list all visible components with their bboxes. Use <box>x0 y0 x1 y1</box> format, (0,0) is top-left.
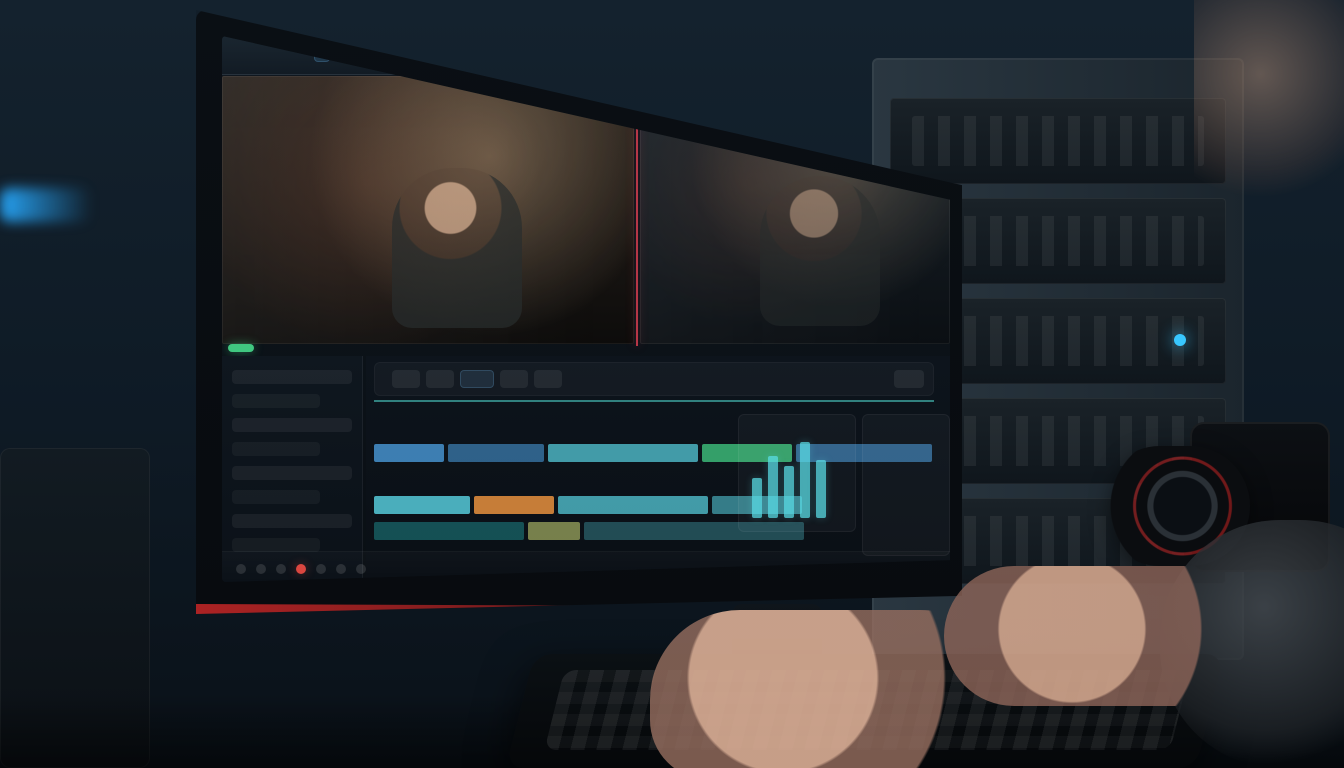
rack-status-led <box>1174 334 1186 346</box>
photo-scene <box>0 0 1344 768</box>
transport-button[interactable] <box>894 370 924 388</box>
media-item[interactable] <box>232 490 320 504</box>
play-button[interactable] <box>460 370 494 388</box>
program-viewer[interactable] <box>640 76 950 344</box>
audio-clip[interactable] <box>528 522 580 540</box>
media-item[interactable] <box>232 442 320 456</box>
meter-bar <box>784 466 794 518</box>
transport-button[interactable] <box>500 370 528 388</box>
meter-bar <box>800 442 810 518</box>
editing-screen <box>222 36 950 582</box>
media-item[interactable] <box>232 418 352 432</box>
dock-icon[interactable] <box>336 564 346 574</box>
tab[interactable] <box>340 44 356 62</box>
media-item[interactable] <box>232 466 352 480</box>
media-item[interactable] <box>232 538 320 552</box>
meter-bar <box>752 478 762 518</box>
viewer-split-marker <box>636 76 638 346</box>
transport-button[interactable] <box>534 370 562 388</box>
controls-panel <box>862 414 950 556</box>
meter-bar <box>816 460 826 518</box>
tab[interactable] <box>314 44 330 62</box>
clip[interactable] <box>374 496 470 514</box>
media-panel <box>222 356 363 582</box>
tab[interactable] <box>366 44 382 62</box>
left-hand <box>650 610 1030 768</box>
media-item[interactable] <box>232 394 320 408</box>
clip[interactable] <box>374 444 444 462</box>
clip[interactable] <box>474 496 554 514</box>
dock-icon[interactable] <box>236 564 246 574</box>
monitor <box>196 10 962 758</box>
clip[interactable] <box>448 444 544 462</box>
transport-controls <box>374 362 934 396</box>
media-item[interactable] <box>232 514 352 528</box>
playhead-indicator <box>228 344 254 352</box>
dock-icon[interactable] <box>356 564 366 574</box>
meter-bars <box>752 442 826 518</box>
person-face <box>1194 0 1344 200</box>
meter-panel <box>738 414 856 532</box>
dock-icon[interactable] <box>276 564 286 574</box>
wall-light <box>0 188 92 222</box>
dock-icon[interactable] <box>256 564 266 574</box>
record-icon[interactable] <box>296 564 306 574</box>
audio-clip[interactable] <box>374 522 524 540</box>
viewer-subject <box>392 168 522 328</box>
transport-button[interactable] <box>392 370 420 388</box>
monitor-bezel <box>196 10 962 614</box>
transport-button[interactable] <box>426 370 454 388</box>
dock-icon[interactable] <box>316 564 326 574</box>
source-viewer[interactable] <box>222 76 634 344</box>
meter-bar <box>768 456 778 518</box>
viewer-subject <box>760 176 880 326</box>
topbar-tabs <box>314 44 382 62</box>
dock <box>222 551 950 582</box>
app-topbar <box>222 36 950 75</box>
media-item[interactable] <box>232 370 352 384</box>
viewers <box>222 76 950 344</box>
